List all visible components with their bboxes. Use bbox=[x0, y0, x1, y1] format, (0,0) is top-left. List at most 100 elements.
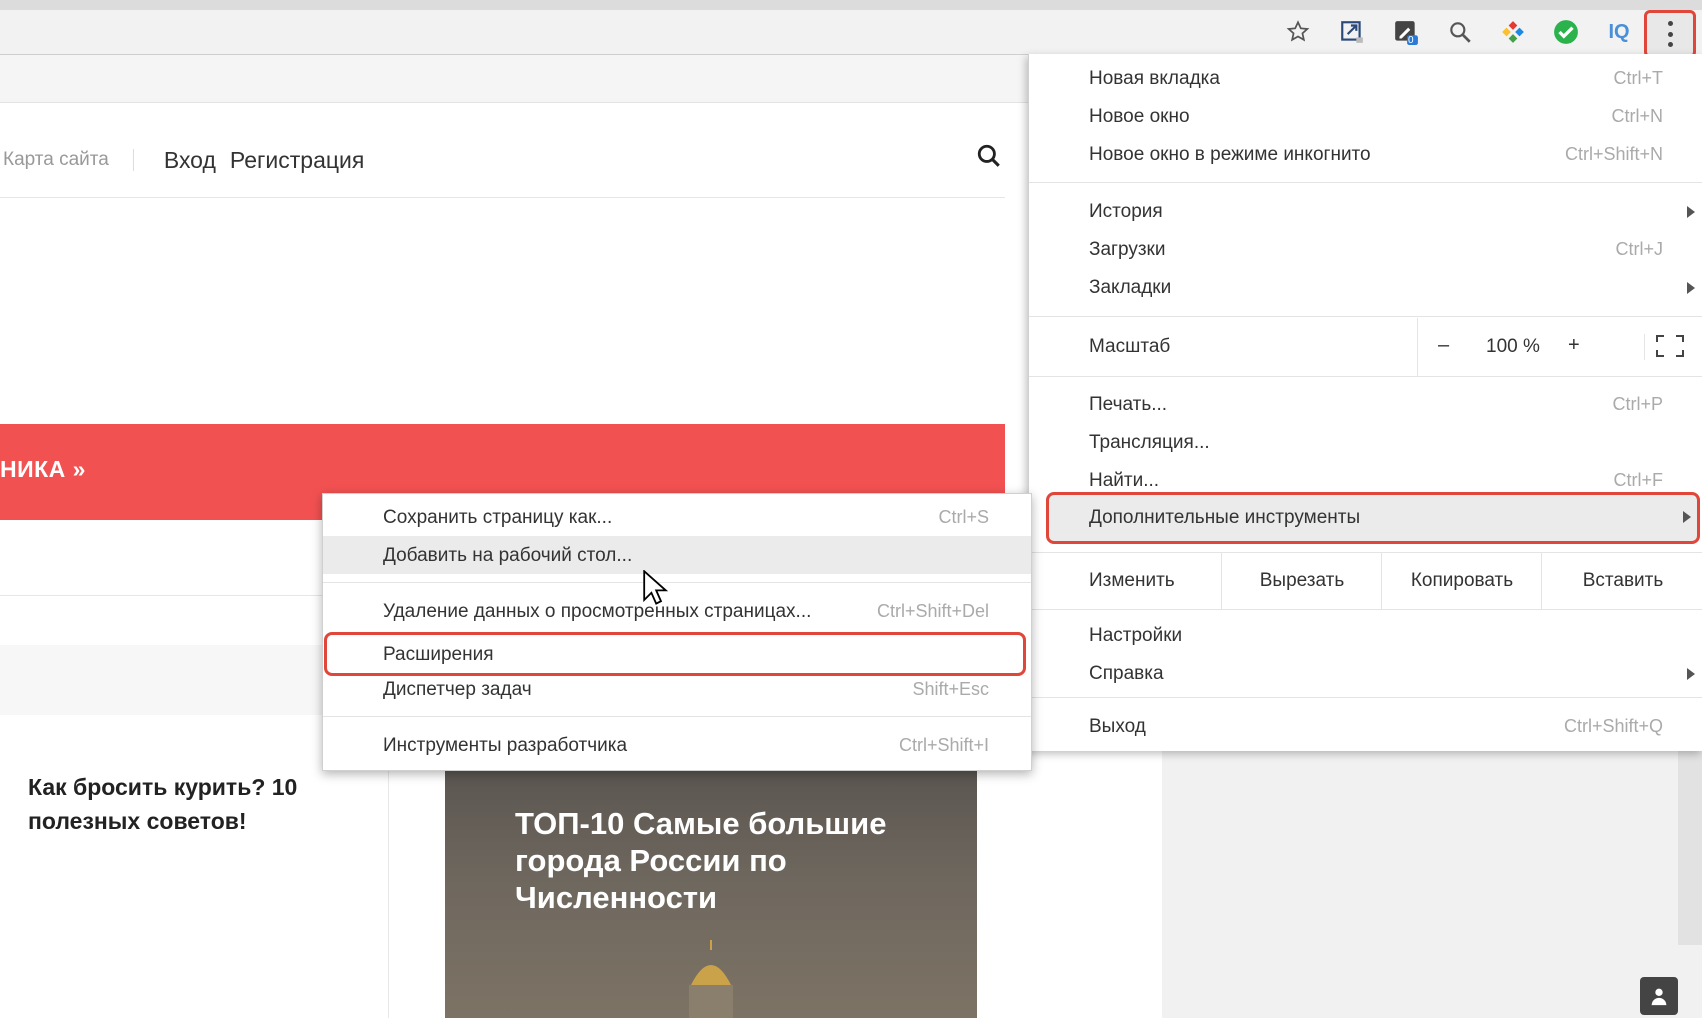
article-title-link[interactable]: Как бросить курить? 10 полезных советов! bbox=[28, 770, 368, 838]
menu-item-exit[interactable]: Выход Ctrl+Shift+Q bbox=[1029, 708, 1702, 746]
menu-item-shortcut: Ctrl+Shift+I bbox=[898, 735, 989, 755]
ext-iq-icon[interactable]: IQ bbox=[1604, 17, 1634, 47]
paste-button[interactable]: Вставить bbox=[1541, 553, 1702, 609]
zoom-label: Масштаб bbox=[1089, 336, 1171, 357]
ext-colorful-icon[interactable] bbox=[1498, 17, 1528, 47]
menu-item-label: Сохранить страницу как... bbox=[383, 507, 613, 528]
submenu-item-clear-data[interactable]: Удаление данных о просмотренных страница… bbox=[323, 592, 1031, 630]
menu-item-more-tools[interactable]: Дополнительные инструменты bbox=[1046, 492, 1700, 544]
menu-separator bbox=[323, 716, 1031, 717]
chrome-main-menu: Новая вкладка Ctrl+T Новое окно Ctrl+N Н… bbox=[1028, 54, 1702, 751]
menu-item-history[interactable]: История bbox=[1029, 193, 1702, 231]
menu-separator bbox=[1029, 182, 1702, 183]
ext-open-icon[interactable] bbox=[1337, 17, 1367, 47]
menu-item-label: Новое окно в режиме инкогнито bbox=[1089, 144, 1371, 165]
menu-item-new-tab[interactable]: Новая вкладка Ctrl+T bbox=[1029, 60, 1702, 98]
menu-item-help[interactable]: Справка bbox=[1029, 655, 1702, 693]
submenu-item-dev-tools[interactable]: Инструменты разработчика Ctrl+Shift+I bbox=[323, 726, 1031, 764]
zoom-out-button[interactable]: – bbox=[1438, 334, 1449, 357]
site-nav: Карта сайта Вход Регистрация bbox=[0, 135, 364, 185]
menu-item-label: Расширения bbox=[383, 644, 494, 665]
menu-item-label: Диспетчер задач bbox=[383, 679, 532, 700]
menu-item-label: Выход bbox=[1089, 716, 1146, 737]
ext-check-icon[interactable] bbox=[1551, 17, 1581, 47]
menu-item-label: Инструменты разработчика bbox=[383, 735, 628, 756]
search-icon[interactable] bbox=[976, 143, 1006, 173]
article-image-title: ТОП-10 Самые большие города России по Чи… bbox=[515, 806, 887, 915]
menu-item-label: Новое окно bbox=[1089, 106, 1190, 127]
tab-strip bbox=[0, 0, 1702, 10]
menu-item-label: Добавить на рабочий стол... bbox=[383, 545, 633, 566]
menu-item-label: Найти... bbox=[1089, 470, 1160, 491]
cathedral-dome-image bbox=[689, 940, 733, 1018]
submenu-item-task-manager[interactable]: Диспетчер задач Shift+Esc bbox=[323, 670, 1031, 708]
scrollbar[interactable] bbox=[1678, 745, 1702, 945]
menu-item-shortcut: Ctrl+Shift+Q bbox=[1563, 716, 1663, 736]
register-link[interactable]: Регистрация bbox=[230, 147, 364, 174]
menu-separator bbox=[1029, 697, 1702, 698]
chat-widget-icon[interactable] bbox=[1640, 977, 1678, 1015]
menu-item-label: Трансляция... bbox=[1089, 432, 1210, 453]
ext-search-icon[interactable] bbox=[1445, 17, 1475, 47]
menu-item-label: Печать... bbox=[1089, 394, 1168, 415]
menu-edit-row: Изменить Вырезать Копировать Вставить bbox=[1029, 553, 1702, 609]
ext-pen-icon[interactable]: 0 bbox=[1391, 17, 1421, 47]
three-dots-icon bbox=[1667, 21, 1673, 47]
menu-item-incognito[interactable]: Новое окно в режиме инкогнито Ctrl+Shift… bbox=[1029, 136, 1702, 174]
submenu-arrow-icon bbox=[1687, 668, 1695, 680]
login-link[interactable]: Вход bbox=[164, 147, 216, 174]
menu-item-shortcut: Ctrl+S bbox=[938, 507, 989, 527]
more-tools-submenu: Сохранить страницу как... Ctrl+S Добавит… bbox=[322, 493, 1032, 771]
copy-button[interactable]: Копировать bbox=[1381, 553, 1542, 609]
fullscreen-icon[interactable] bbox=[1644, 334, 1685, 360]
ext-badge: 0 bbox=[1408, 35, 1414, 46]
article-image-card[interactable]: ТОП-10 Самые большие города России по Чи… bbox=[445, 765, 977, 1018]
edit-label: Изменить bbox=[1089, 570, 1175, 591]
menu-item-label: Настройки bbox=[1089, 625, 1183, 646]
menu-item-label: История bbox=[1089, 201, 1163, 222]
menu-zoom-row: Масштаб – 100 % + bbox=[1029, 318, 1702, 376]
zoom-in-button[interactable]: + bbox=[1568, 334, 1580, 357]
nav-divider bbox=[0, 197, 1005, 198]
submenu-arrow-icon bbox=[1687, 206, 1695, 218]
column-divider bbox=[388, 755, 389, 1018]
menu-item-label: Новая вкладка bbox=[1089, 68, 1220, 89]
menu-item-label: Дополнительные инструменты bbox=[1089, 507, 1361, 528]
zoom-controls: – 100 % + bbox=[1417, 318, 1702, 376]
menu-item-shortcut: Shift+Esc bbox=[912, 679, 989, 699]
sitemap-link[interactable]: Карта сайта bbox=[0, 149, 134, 171]
chrome-menu-button[interactable] bbox=[1644, 10, 1696, 58]
menu-item-shortcut: Ctrl+F bbox=[1613, 470, 1664, 490]
ext-iq-label: IQ bbox=[1608, 20, 1630, 43]
menu-item-label: Закладки bbox=[1089, 277, 1172, 298]
menu-separator bbox=[1029, 376, 1702, 377]
submenu-item-save-page[interactable]: Сохранить страницу как... Ctrl+S bbox=[323, 498, 1031, 536]
menu-separator bbox=[1029, 316, 1702, 317]
bookmark-star-icon[interactable] bbox=[1283, 17, 1313, 47]
menu-item-cast[interactable]: Трансляция... bbox=[1029, 424, 1702, 462]
page-top-strip bbox=[0, 55, 1030, 103]
menu-item-new-window[interactable]: Новое окно Ctrl+N bbox=[1029, 98, 1702, 136]
menu-item-print[interactable]: Печать... Ctrl+P bbox=[1029, 386, 1702, 424]
banner-text: НИКА » bbox=[0, 456, 86, 482]
menu-separator bbox=[323, 582, 1031, 583]
submenu-arrow-icon bbox=[1683, 511, 1691, 523]
mouse-cursor-icon bbox=[643, 570, 668, 605]
menu-item-shortcut: Ctrl+Shift+N bbox=[1564, 144, 1663, 164]
cut-button[interactable]: Вырезать bbox=[1221, 553, 1382, 609]
menu-item-downloads[interactable]: Загрузки Ctrl+J bbox=[1029, 231, 1702, 269]
menu-item-shortcut: Ctrl+T bbox=[1613, 68, 1664, 88]
menu-item-shortcut: Ctrl+J bbox=[1615, 239, 1663, 259]
menu-item-shortcut: Ctrl+N bbox=[1611, 106, 1663, 126]
menu-item-bookmarks[interactable]: Закладки bbox=[1029, 269, 1702, 307]
menu-item-shortcut: Ctrl+Shift+Del bbox=[876, 601, 989, 621]
sidebar-area bbox=[1162, 745, 1702, 1018]
menu-item-settings[interactable]: Настройки bbox=[1029, 617, 1702, 655]
menu-separator bbox=[1029, 609, 1702, 610]
menu-item-label: Справка bbox=[1089, 663, 1164, 684]
browser-toolbar: 0 IQ bbox=[0, 10, 1702, 58]
submenu-item-add-to-desktop[interactable]: Добавить на рабочий стол... bbox=[323, 536, 1031, 574]
menu-item-label: Загрузки bbox=[1089, 239, 1166, 260]
zoom-value: 100 % bbox=[1486, 336, 1540, 357]
menu-item-label: Удаление данных о просмотренных страница… bbox=[383, 601, 812, 622]
